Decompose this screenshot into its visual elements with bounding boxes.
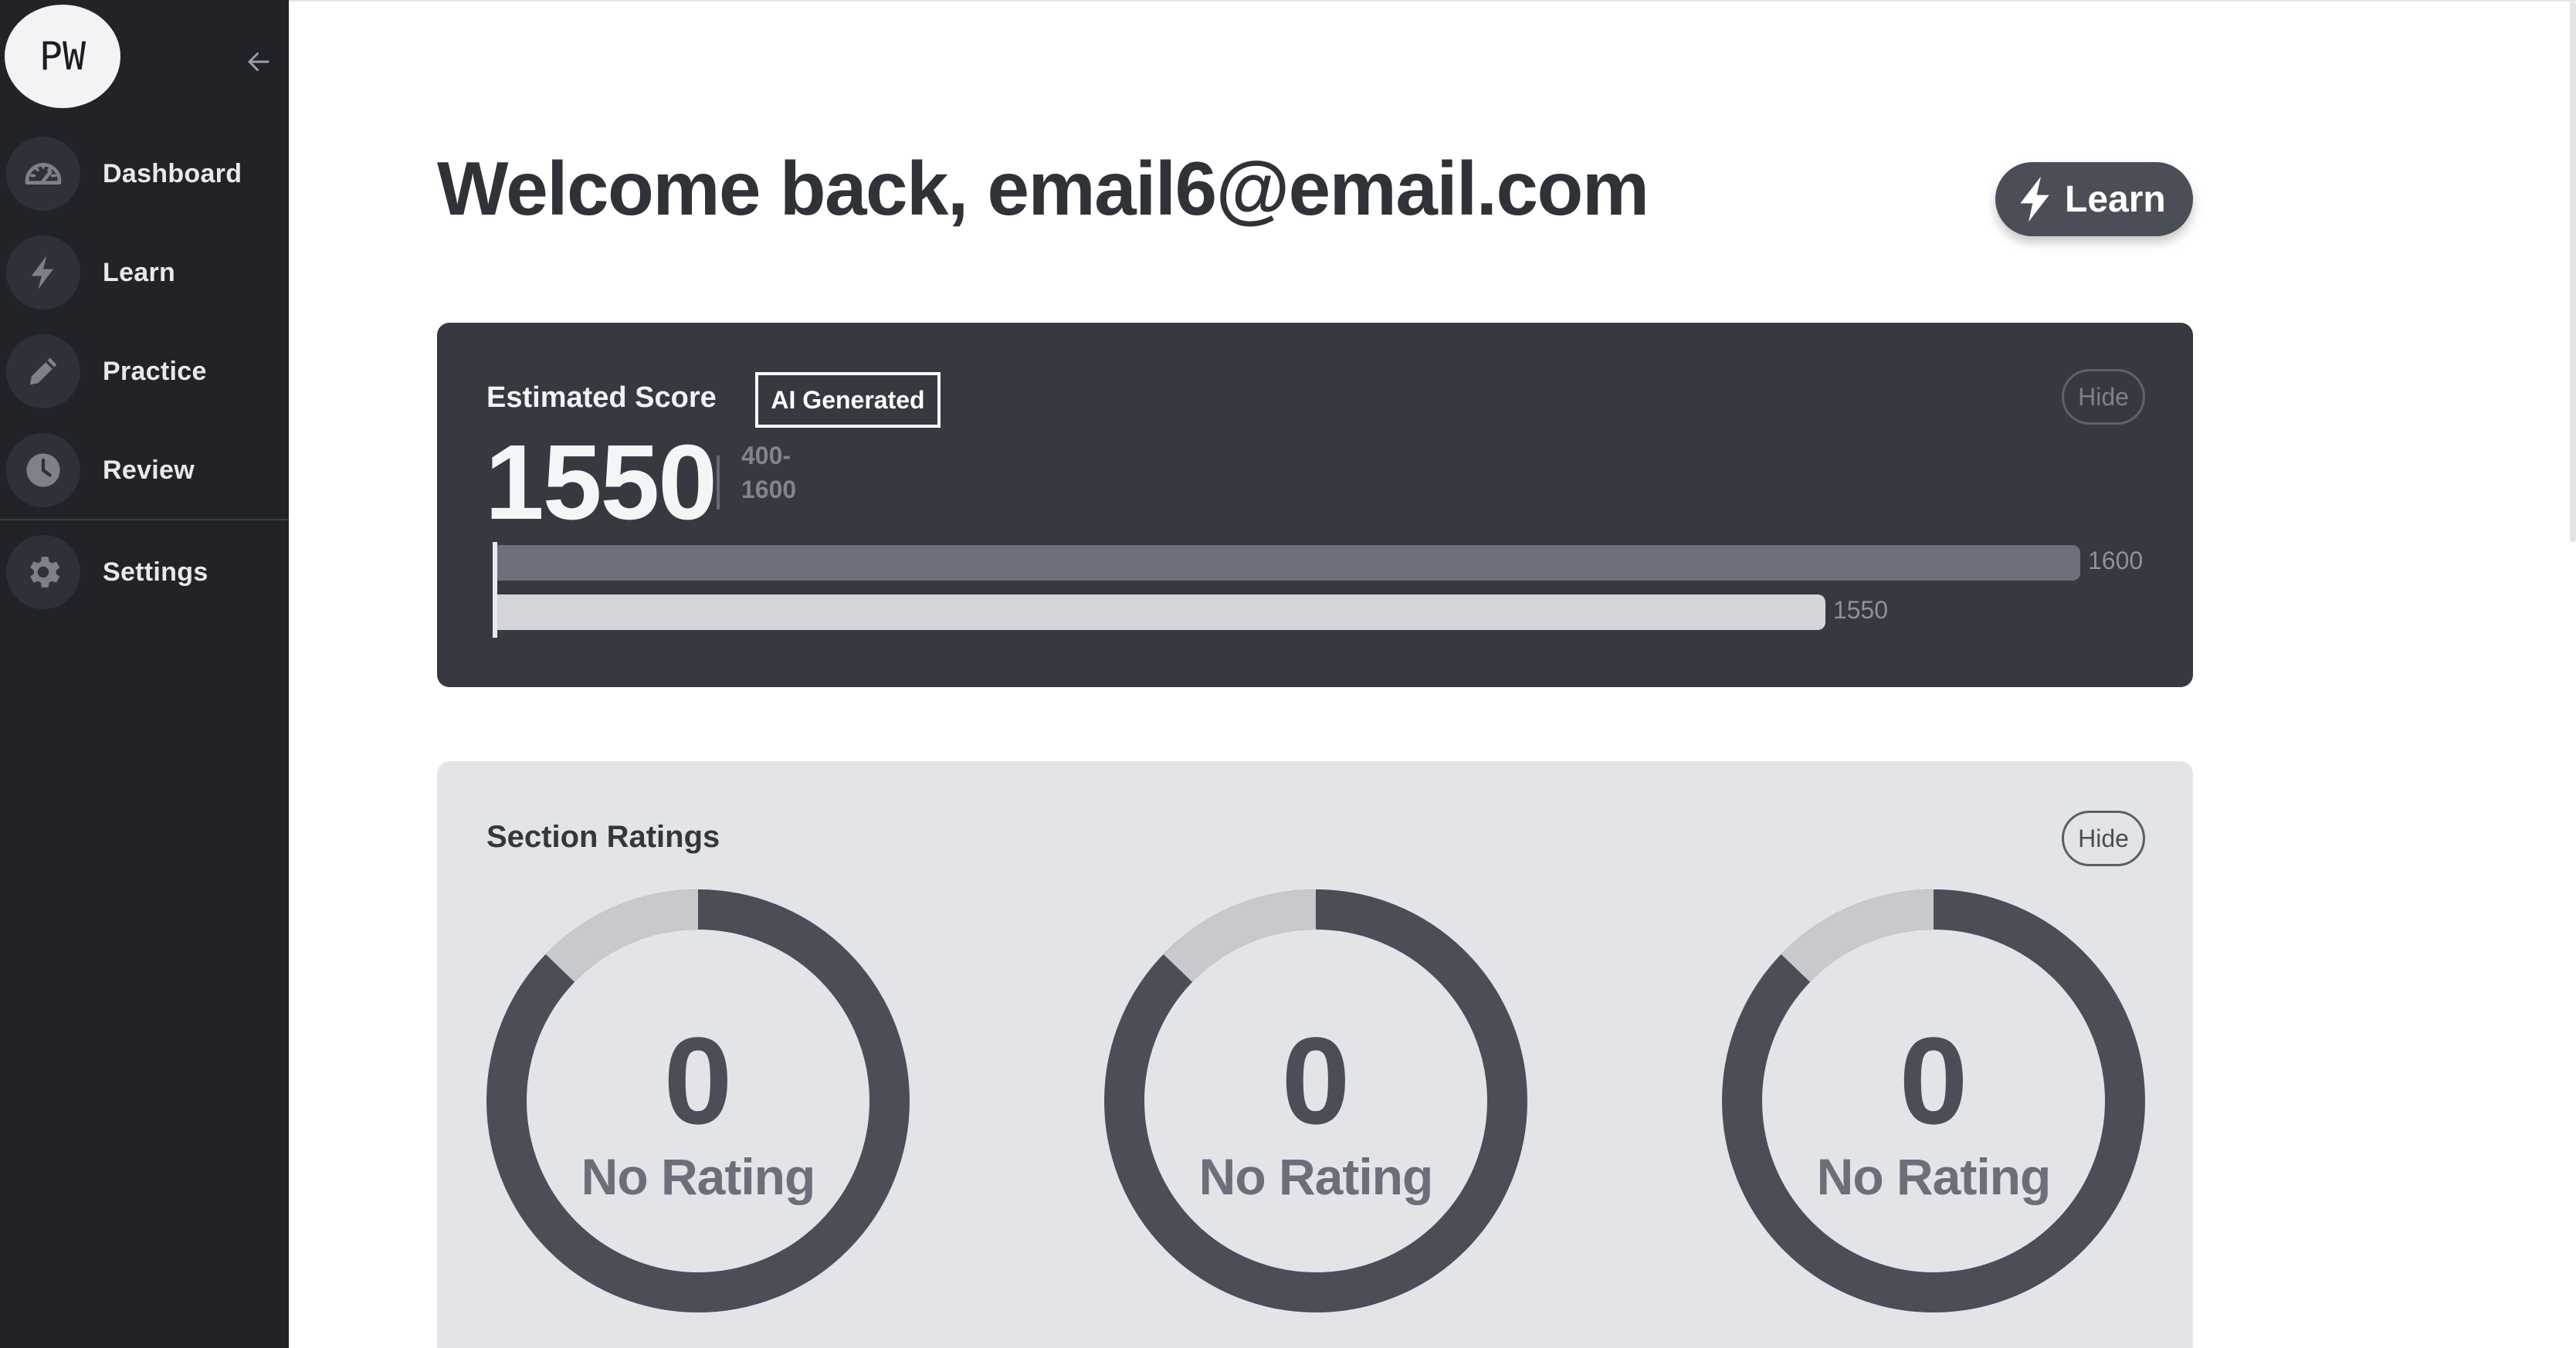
pencil-icon (6, 334, 80, 408)
collapse-sidebar-button[interactable] (239, 45, 278, 79)
estimated-score-value: 1550 (485, 423, 717, 542)
hide-score-button[interactable]: Hide (2062, 369, 2145, 425)
score-range-min: 400- (741, 442, 791, 469)
gear-icon (6, 535, 80, 609)
score-range: 400- 1600 (741, 439, 796, 506)
rating-label: No Rating (1198, 1148, 1434, 1205)
hide-ratings-button[interactable]: Hide (2062, 811, 2145, 866)
rating-label: No Rating (581, 1148, 816, 1205)
main-content: Welcome back, email6@email.com Learn Est… (289, 0, 2576, 1348)
section-rating-gauge: 0 No Rating (1104, 889, 1527, 1312)
section-ratings-title: Section Ratings (486, 820, 720, 854)
score-range-max: 1600 (741, 476, 797, 503)
rating-value: 0 (663, 1011, 733, 1150)
max-score-bar (497, 545, 2080, 581)
rating-value: 0 (1899, 1011, 1968, 1150)
section-rating-gauge: 0 No Rating (486, 889, 910, 1312)
dashboard-page: PW Dashboard Learn Practice Review Setti… (0, 0, 2576, 1348)
sidebar-item-label: Learn (103, 257, 176, 287)
sidebar-item-learn[interactable]: Learn (0, 230, 289, 315)
sidebar-item-label: Dashboard (103, 158, 242, 188)
section-rating-gauge: 0 No Rating (1722, 889, 2145, 1312)
page-scrollbar[interactable] (2570, 2, 2576, 542)
sidebar-item-practice[interactable]: Practice (0, 329, 289, 414)
clock-icon (6, 433, 80, 507)
page-title: Welcome back, email6@email.com (437, 146, 1649, 231)
rating-value: 0 (1281, 1011, 1351, 1150)
rating-label: No Rating (1816, 1148, 2052, 1205)
sidebar-item-label: Review (103, 455, 195, 485)
sidebar-item-review[interactable]: Review (0, 428, 289, 513)
sidebar-divider (0, 519, 289, 520)
sidebar: PW Dashboard Learn Practice Review Setti… (0, 0, 289, 1348)
sidebar-item-dashboard[interactable]: Dashboard (0, 131, 289, 216)
estimated-score-label: 1550 (1832, 596, 1888, 624)
score-card-title: Estimated Score (486, 381, 717, 414)
sidebar-item-label: Practice (103, 356, 207, 386)
sidebar-item-settings[interactable]: Settings (0, 530, 289, 615)
estimated-score-card: Estimated Score AI Generated Hide 1550 4… (437, 323, 2193, 687)
avatar[interactable]: PW (5, 5, 120, 108)
sidebar-item-label: Settings (103, 557, 208, 587)
learn-button-label: Learn (2065, 178, 2166, 220)
bolt-icon (2020, 176, 2049, 222)
speedometer-icon (6, 137, 80, 211)
ai-generated-badge: AI Generated (755, 372, 941, 428)
learn-button[interactable]: Learn (1995, 162, 2193, 236)
score-separator (717, 456, 720, 510)
max-score-label: 1600 (2088, 547, 2144, 574)
arrow-left-icon (248, 52, 269, 71)
section-ratings-card: Section Ratings Hide 0 No Rating 0 No Ra… (437, 761, 2193, 1348)
bolt-icon (6, 235, 80, 310)
estimated-score-bar (497, 594, 1825, 630)
